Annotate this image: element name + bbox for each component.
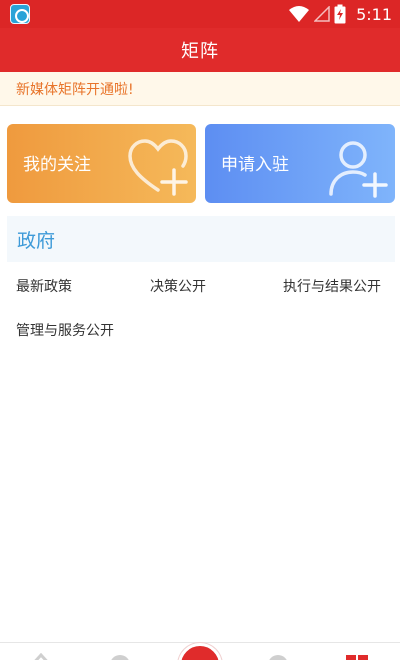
link-management-service[interactable]: 管理与服务公开 xyxy=(16,320,114,340)
status-icons: 5:11 xyxy=(288,4,392,24)
section-title: 政府 xyxy=(17,229,56,252)
link-decision-disclosure[interactable]: 决策公开 xyxy=(150,276,206,296)
app-logo-icon xyxy=(10,4,30,24)
section-header-government: 政府 xyxy=(7,216,395,262)
title-bar: 矩阵 xyxy=(0,28,400,72)
notice-text: 新媒体矩阵开通啦! xyxy=(16,81,134,98)
action-cards: 我的关注 申请入驻 xyxy=(0,124,400,204)
apply-join-label: 申请入驻 xyxy=(221,155,289,175)
my-follow-card[interactable]: 我的关注 xyxy=(7,124,196,203)
link-execution-results[interactable]: 执行与结果公开 xyxy=(283,276,381,296)
heart-plus-icon xyxy=(128,139,188,196)
nav-icon-4[interactable] xyxy=(268,655,288,660)
page-title: 矩阵 xyxy=(181,41,219,62)
grid-icon[interactable] xyxy=(346,655,368,660)
apply-join-card[interactable]: 申请入驻 xyxy=(205,124,395,203)
nav-icon-2[interactable] xyxy=(110,655,130,660)
notice-banner[interactable]: 新媒体矩阵开通啦! xyxy=(0,72,400,106)
center-add-icon[interactable] xyxy=(178,643,222,660)
wifi-icon xyxy=(289,6,310,22)
status-time: 5:11 xyxy=(356,4,392,24)
home-icon[interactable] xyxy=(28,653,54,660)
bottom-nav xyxy=(0,642,400,660)
battery-charging-icon xyxy=(334,4,346,24)
my-follow-label: 我的关注 xyxy=(23,155,91,175)
link-latest-policy[interactable]: 最新政策 xyxy=(16,276,72,296)
status-bar: 5:11 xyxy=(0,0,400,28)
user-plus-icon xyxy=(329,141,388,198)
signal-icon xyxy=(314,6,330,22)
